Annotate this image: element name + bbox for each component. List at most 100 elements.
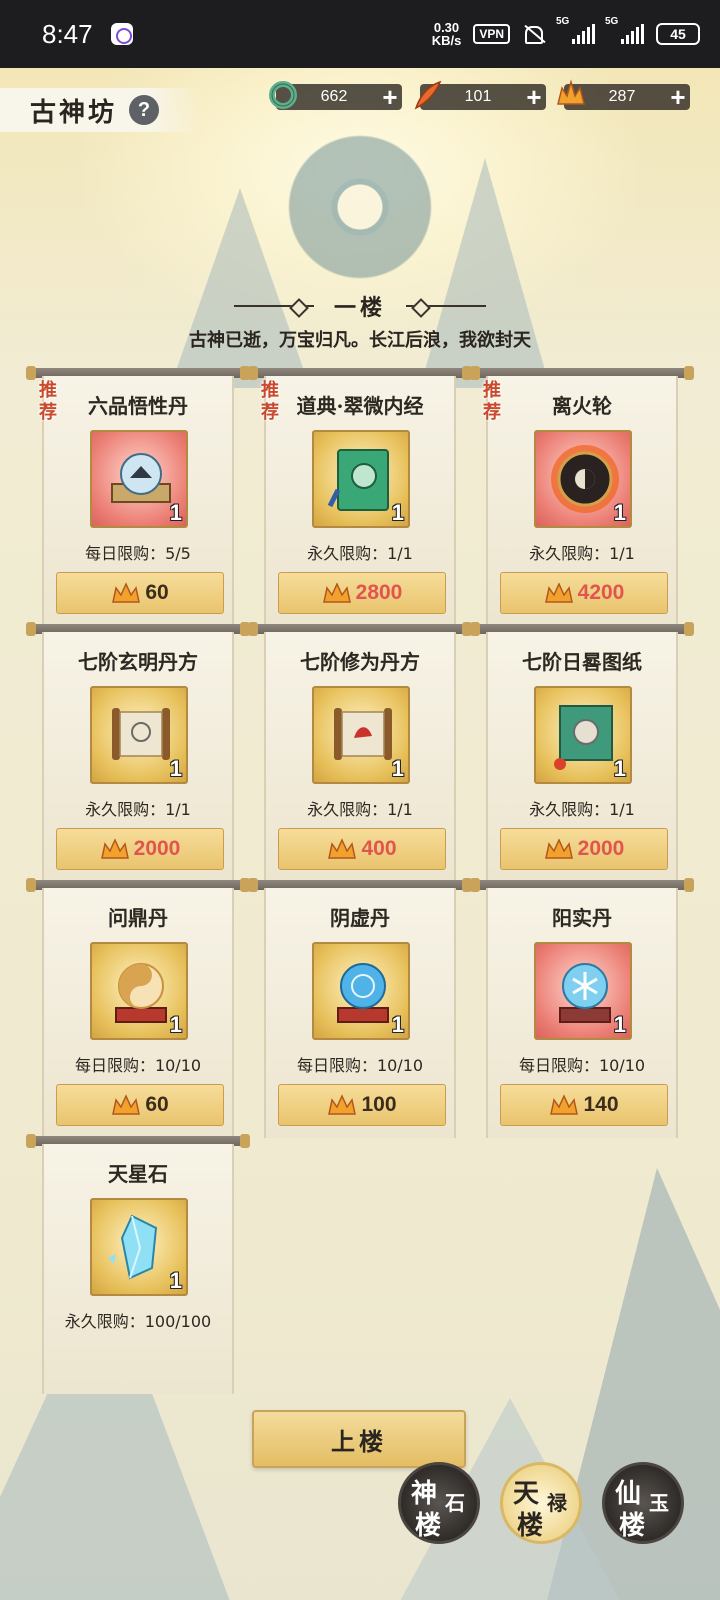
price-value: 2000 (577, 837, 625, 860)
card-body: 七阶日晷图纸 1 永久限购：1/1 2000 (486, 632, 678, 882)
item-icon-frame[interactable]: 1 (312, 686, 410, 784)
buy-button[interactable]: 400 (278, 828, 446, 870)
item-icon-frame[interactable]: 1 (90, 686, 188, 784)
purchase-limit: 永久限购：1/1 (307, 800, 413, 819)
signal-1-label: 5G (556, 16, 570, 27)
tab-label: 石 (445, 1491, 465, 1515)
floor-title: 一楼 (333, 295, 386, 321)
price-value: 4200 (577, 581, 625, 604)
purchase-limit: 每日限购：10/10 (296, 1056, 424, 1075)
tab-xianyu-tower[interactable]: 仙 玉 楼 (602, 1462, 684, 1544)
fire-wheel-icon (551, 445, 619, 513)
add-jade-button[interactable]: + (378, 84, 402, 110)
yin-yang-orb-icon (115, 963, 167, 1023)
vpn-icon: VPN (473, 24, 510, 44)
tab-label: 禄 (547, 1491, 567, 1515)
buy-button[interactable]: 2000 (56, 828, 224, 870)
recommended-badge: 推荐 (32, 380, 64, 424)
buy-button[interactable]: 140 (500, 1084, 668, 1126)
mute-icon (522, 24, 546, 44)
item-name: 道典·翠微内经 (296, 394, 424, 418)
recommended-badge: 推荐 (476, 380, 508, 424)
item-name: 六品悟性丹 (88, 394, 188, 418)
item-icon-frame[interactable]: 1 (312, 430, 410, 528)
recommended-char: 荐 (261, 402, 279, 423)
flame-crown-icon (322, 582, 351, 603)
item-quantity: 1 (391, 756, 404, 781)
purchase-limit: 永久限购：1/1 (529, 800, 635, 819)
item-icon-frame[interactable]: 1 (90, 942, 188, 1040)
card-body: 问鼎丹 1 每日限购：10/10 60 (42, 888, 234, 1138)
item-name: 七阶玄明丹方 (78, 650, 198, 674)
item-icon-frame[interactable]: 1 (534, 686, 632, 784)
recommended-char: 荐 (483, 402, 501, 423)
recipe-scroll-icon (112, 708, 170, 760)
shop-item-card[interactable]: 阴虚丹 1 每日限购：10/10 100 (248, 878, 472, 1140)
ancient-god-statue-decoration (280, 108, 440, 288)
tab-label: 玉 (649, 1491, 669, 1515)
tab-shenshi-tower[interactable]: 神 石 楼 (398, 1462, 480, 1544)
item-name: 阴虚丹 (330, 906, 390, 930)
recommended-char: 推 (483, 380, 501, 401)
item-quantity: 1 (169, 756, 182, 781)
recommended-char: 荐 (39, 402, 57, 423)
shop-item-card[interactable]: 问鼎丹 1 每日限购：10/10 60 (26, 878, 250, 1140)
item-quantity: 1 (391, 1012, 404, 1037)
signal-2-label: 5G (605, 16, 619, 27)
shop-item-card[interactable]: 七阶日晷图纸 1 永久限购：1/1 2000 (470, 622, 694, 884)
buy-button[interactable]: 60 (56, 1084, 224, 1126)
item-name: 问鼎丹 (108, 906, 168, 930)
shop-item-card[interactable]: 七阶玄明丹方 1 永久限购：1/1 2000 (26, 622, 250, 884)
purchase-limit: 永久限购：100/100 (64, 1312, 212, 1331)
item-quantity: 1 (391, 500, 404, 525)
card-body: 离火轮 推荐 1 永久限购：1/1 4200 (483, 376, 678, 626)
green-book-icon (327, 449, 389, 511)
shop-item-card[interactable]: 七阶修为丹方 1 永久限购：1/1 400 (248, 622, 472, 884)
item-quantity: 1 (613, 756, 626, 781)
item-quantity: 1 (169, 1012, 182, 1037)
app-notification-icon (110, 23, 133, 45)
item-icon-frame[interactable]: 1 (312, 942, 410, 1040)
cultivation-pill-scroll-icon (111, 453, 171, 503)
recipe-scroll-red-icon (334, 708, 392, 760)
card-body: 阴虚丹 1 每日限购：10/10 100 (264, 888, 456, 1138)
price-value: 100 (361, 1093, 397, 1116)
currency-jade: 662 + (269, 81, 402, 110)
help-icon[interactable]: ? (129, 95, 160, 125)
item-quantity: 1 (613, 500, 626, 525)
buy-button[interactable]: 2000 (500, 828, 668, 870)
price-value: 140 (583, 1093, 619, 1116)
shop-item-card[interactable]: 离火轮 推荐 1 永久限购：1/1 4200 (470, 366, 694, 628)
card-body: 阳实丹 1 每日限购：10/10 140 (486, 888, 678, 1138)
shop-item-card[interactable]: 天星石 1 永久限购：100/100 (26, 1134, 250, 1396)
tab-tianlu-tower[interactable]: 天 禄 楼 (500, 1462, 582, 1544)
item-name: 天星石 (108, 1162, 168, 1186)
card-body: 七阶玄明丹方 1 永久限购：1/1 2000 (42, 632, 234, 882)
shop-item-card[interactable]: 六品悟性丹推荐 1 每日限购：5/5 60 (26, 366, 250, 628)
buy-button[interactable]: 60 (56, 572, 224, 614)
flame-crown-icon (100, 838, 129, 859)
item-icon-frame[interactable]: 1 (90, 1198, 188, 1296)
item-icon-frame[interactable]: 1 (534, 942, 632, 1040)
jade-ring-icon (269, 81, 297, 109)
item-icon-frame[interactable]: 1 (90, 430, 188, 528)
item-quantity: 1 (613, 1012, 626, 1037)
add-flame-button[interactable]: + (666, 84, 690, 110)
flame-crown-icon (328, 1094, 357, 1115)
buy-button[interactable]: 2800 (278, 572, 446, 614)
item-name: 阳实丹 (552, 906, 612, 930)
shop-item-card[interactable]: 阳实丹 1 每日限购：10/10 140 (470, 878, 694, 1140)
buy-button[interactable]: 4200 (500, 572, 668, 614)
page-title: 古神坊 (30, 97, 118, 128)
shop-item-card[interactable]: 道典·翠微内经推荐 1 永久限购：1/1 2800 (248, 366, 472, 628)
item-quantity: 1 (169, 1268, 182, 1293)
card-body: 道典·翠微内经推荐 1 永久限购：1/1 2800 (261, 376, 456, 626)
item-icon-frame[interactable]: 1 (534, 430, 632, 528)
buy-button[interactable]: 100 (278, 1084, 446, 1126)
upstairs-button[interactable]: 上楼 (252, 1410, 466, 1468)
flame-crown-icon (328, 838, 357, 859)
battery-icon: 45 (656, 23, 700, 45)
flame-crown-icon (112, 582, 141, 603)
item-name: 离火轮 (552, 394, 612, 418)
add-feather-button[interactable]: + (522, 84, 546, 110)
